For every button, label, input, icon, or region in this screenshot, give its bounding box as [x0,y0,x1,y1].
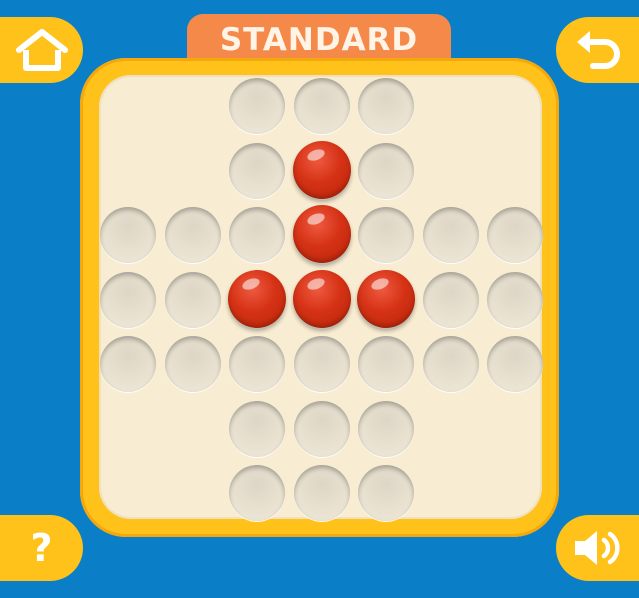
board-hole-r2-c1[interactable] [164,207,221,263]
board-hole-r2-c6[interactable] [487,207,543,263]
board-hole-r4-c0[interactable] [100,336,156,392]
board-hole-r0-c2[interactable] [229,78,285,134]
board-hole-r2-c4[interactable] [358,207,414,263]
peg-r2-c3[interactable] [292,205,351,263]
board-hole-r5-c3[interactable] [293,400,350,457]
peg-r3-c2[interactable] [228,269,286,328]
mode-label: STANDARD [219,22,419,58]
home-button[interactable] [0,17,83,83]
board-hole-r4-c6[interactable] [487,336,543,392]
board-hole-r2-c0[interactable] [100,207,156,263]
board-hole-r0-c4[interactable] [358,78,414,134]
board-hole-r4-c2[interactable] [229,336,285,392]
board-hole-r4-c4[interactable] [358,336,414,392]
sound-button[interactable] [556,515,639,581]
undo-arrow-icon [576,31,620,69]
question-mark-icon: ? [30,526,53,570]
peg-r3-c4[interactable] [357,269,415,328]
board-hole-r6-c3[interactable] [293,465,350,521]
board-hole-r4-c5[interactable] [422,336,479,392]
board-hole-r3-c5[interactable] [422,271,479,328]
help-button[interactable]: ? [0,515,83,581]
peg-r3-c3[interactable] [292,269,351,328]
board-hole-r3-c1[interactable] [164,271,221,328]
board-hole-r3-c6[interactable] [487,271,543,328]
board-hole-r2-c2[interactable] [229,207,285,263]
undo-button[interactable] [556,17,639,83]
game-board [99,75,543,521]
board-hole-r4-c3[interactable] [293,336,350,392]
speaker-icon [574,531,620,565]
board-hole-r6-c2[interactable] [229,465,285,521]
board-hole-r1-c2[interactable] [229,142,285,199]
board-hole-r4-c1[interactable] [164,336,221,392]
board-hole-r5-c2[interactable] [229,400,285,457]
board-hole-r2-c5[interactable] [422,207,479,263]
peg-r1-c3[interactable] [292,140,351,199]
house-icon [15,29,68,71]
board-hole-r0-c3[interactable] [293,78,350,134]
board-hole-r3-c0[interactable] [100,271,156,328]
board-hole-r6-c4[interactable] [358,465,414,521]
board-hole-r5-c4[interactable] [358,400,414,457]
board-hole-r1-c4[interactable] [358,142,414,199]
